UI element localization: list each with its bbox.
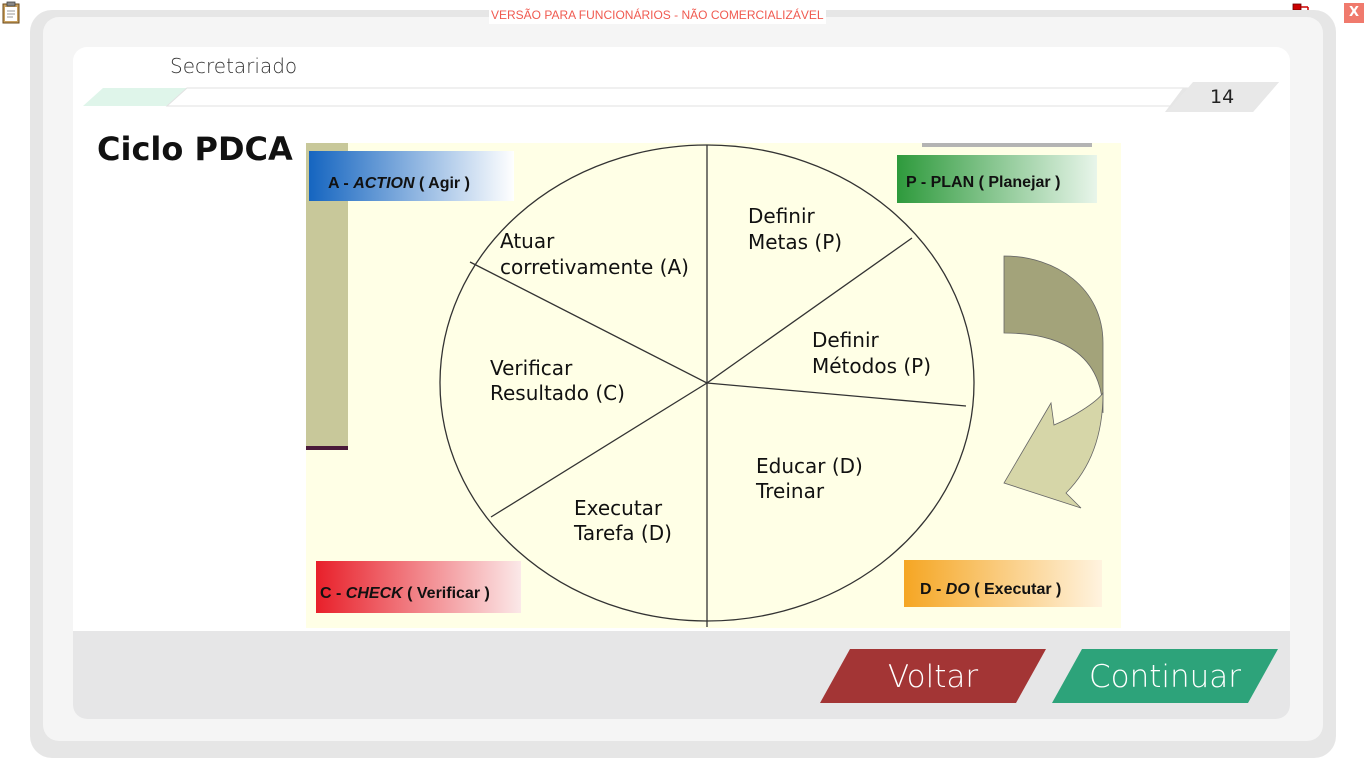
course-name: Secretariado — [170, 54, 298, 78]
page-title: Ciclo PDCA — [97, 130, 293, 168]
segment-definir-metodos-line2: Métodos (P) — [812, 354, 931, 378]
svg-text:D - DO ( Executar ): D - DO ( Executar ) — [920, 581, 1061, 598]
segment-definir-metodos-line1: Definir — [812, 328, 880, 352]
segment-definir-metas-line2: Metas (P) — [748, 230, 842, 254]
page-number: 14 — [1210, 86, 1235, 108]
label-check: C - CHECK ( Verificar ) — [316, 561, 521, 613]
top-line — [922, 143, 1092, 147]
label-action: A - ACTION ( Agir ) — [309, 151, 514, 201]
pdca-diagram: Atuar corretivamente (A) Definir Metas (… — [306, 143, 1121, 628]
continue-button-label: Continuar — [1088, 659, 1242, 695]
close-button[interactable]: X — [1344, 3, 1364, 23]
svg-text:A - ACTION ( Agir ): A - ACTION ( Agir ) — [328, 175, 470, 192]
svg-text:C - CHECK ( Verificar ): C - CHECK ( Verificar ) — [320, 585, 490, 602]
segment-verificar-line1: Verificar — [490, 356, 573, 380]
back-button[interactable]: Voltar — [820, 649, 1046, 703]
label-do: D - DO ( Executar ) — [904, 560, 1102, 607]
clipboard-icon[interactable] — [1, 1, 23, 25]
watermark-text: VERSÃO PARA FUNCIONÁRIOS - NÃO COMERCIAL… — [489, 6, 826, 24]
segment-educar-line2: Treinar — [755, 479, 825, 503]
segment-executar-line1: Executar — [574, 496, 663, 520]
left-bar-base — [306, 446, 348, 450]
svg-text:P - PLAN ( Planejar ): P - PLAN ( Planejar ) — [906, 174, 1060, 191]
continue-button[interactable]: Continuar — [1052, 649, 1278, 703]
diagram-background — [306, 143, 1121, 628]
segment-atuar-line1: Atuar — [500, 229, 555, 253]
label-plan: P - PLAN ( Planejar ) — [897, 155, 1097, 203]
segment-definir-metas-line1: Definir — [748, 204, 816, 228]
back-button-label: Voltar — [887, 659, 979, 695]
segment-educar-line1: Educar (D) — [756, 454, 863, 478]
segment-atuar-line2: corretivamente (A) — [500, 255, 689, 279]
segment-executar-line2: Tarefa (D) — [573, 521, 672, 545]
header-bar — [83, 82, 1279, 112]
segment-verificar-line2: Resultado (C) — [490, 381, 625, 405]
